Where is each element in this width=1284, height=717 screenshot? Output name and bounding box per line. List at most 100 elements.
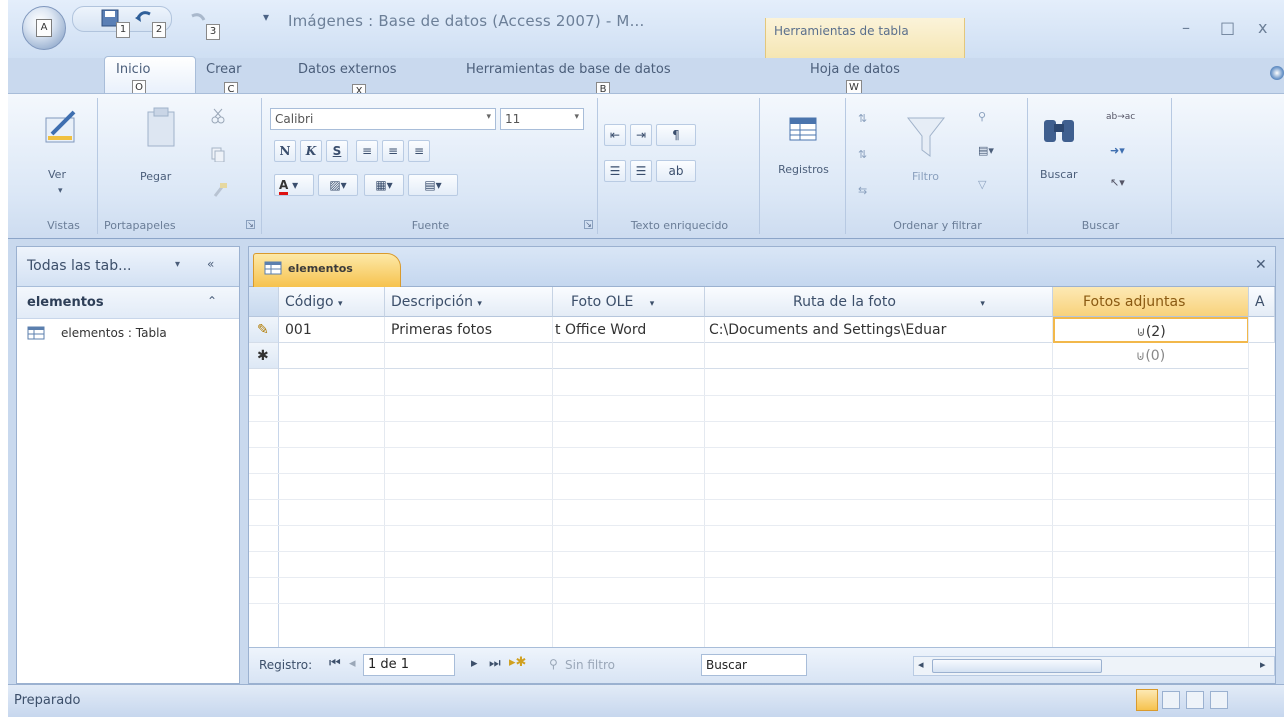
highlight-icon[interactable]: ab <box>656 160 696 182</box>
col-foto-ole-sort-icon[interactable]: ▾ <box>650 299 655 309</box>
binoculars-icon[interactable] <box>1042 112 1076 146</box>
gridlines-icon[interactable]: ▦▾ <box>364 174 404 196</box>
minimize-button[interactable]: – <box>1182 18 1190 37</box>
font-size-dropdown-icon[interactable]: ▾ <box>574 112 579 122</box>
qat-customize-icon[interactable]: ▾ <box>263 10 269 24</box>
filter-icon[interactable] <box>906 116 946 160</box>
nav-collapse-icon[interactable]: « <box>207 257 214 271</box>
scroll-left-icon[interactable]: ◂ <box>918 658 924 671</box>
cell-foto-ole[interactable]: t Office Word <box>553 317 705 343</box>
filtro-label[interactable]: Filtro <box>912 170 939 183</box>
pegar-label[interactable]: Pegar <box>140 170 171 183</box>
format-painter-icon[interactable] <box>212 182 228 198</box>
record-position-input[interactable]: 1 de 1 <box>363 654 455 676</box>
column-header-fotos-adjuntas[interactable]: Fotos adjuntas <box>1053 287 1249 317</box>
ltr-icon[interactable]: ¶ <box>656 124 696 146</box>
buscar-button-label[interactable]: Buscar <box>1040 168 1078 181</box>
close-button[interactable]: x <box>1258 18 1267 37</box>
italic-button[interactable]: K <box>300 140 322 162</box>
selection-filter-icon[interactable]: ⚲ <box>978 110 986 123</box>
new-cell-descripcion[interactable] <box>385 343 553 369</box>
cell-codigo[interactable]: 001 <box>279 317 385 343</box>
tab-hoja-de-datos[interactable]: Hoja de datos <box>810 62 900 77</box>
registros-label[interactable]: Registros <box>762 163 845 176</box>
nav-pane-header[interactable]: Todas las tab... ▾ « <box>17 247 239 287</box>
select-all-corner[interactable] <box>249 287 279 317</box>
ver-label[interactable]: Ver <box>48 168 66 181</box>
toggle-filter-icon[interactable]: ▽ <box>978 178 986 191</box>
filter-status-label[interactable]: Sin filtro <box>565 658 615 672</box>
datasheet-view-icon[interactable] <box>1136 689 1158 711</box>
search-input[interactable]: Buscar <box>701 654 807 676</box>
fill-color-icon[interactable]: ▨▾ <box>318 174 358 196</box>
bold-button[interactable]: N <box>274 140 296 162</box>
new-record-icon[interactable]: ✱ <box>249 343 279 369</box>
new-record-nav-icon[interactable]: ▸✱ <box>509 655 526 670</box>
font-color-button[interactable]: A ▾ <box>274 174 314 196</box>
horizontal-scrollbar[interactable]: ◂ ▸ <box>913 656 1275 676</box>
new-cell-codigo[interactable] <box>279 343 385 369</box>
document-tab-elementos[interactable]: elementos <box>253 253 401 287</box>
increase-indent-icon[interactable]: ⇥ <box>630 124 652 146</box>
pivottable-view-icon[interactable] <box>1162 691 1180 709</box>
office-button[interactable]: A <box>22 6 66 50</box>
select-icon[interactable]: ↖▾ <box>1110 176 1125 189</box>
redo-icon[interactable] <box>188 8 208 28</box>
column-header-descripcion[interactable]: Descripción ▾ <box>385 287 553 317</box>
tab-inicio[interactable]: Inicio <box>116 62 150 77</box>
next-record-icon[interactable]: ▸ <box>471 656 478 671</box>
numbering-icon[interactable]: ☰ <box>630 160 652 182</box>
help-icon[interactable] <box>1270 66 1284 80</box>
alt-fill-icon[interactable]: ▤▾ <box>408 174 458 196</box>
align-left-icon[interactable]: ≡ <box>356 140 378 162</box>
first-record-icon[interactable]: ⏮ <box>329 656 341 671</box>
column-header-codigo[interactable]: Código ▾ <box>279 287 385 317</box>
cell-add-column[interactable] <box>1249 317 1275 343</box>
tab-datos-externos[interactable]: Datos externos <box>298 62 397 77</box>
font-size-combo[interactable]: 11 ▾ <box>500 108 584 130</box>
new-cell-fotos-adjuntas[interactable]: ⊍(0) <box>1053 343 1249 369</box>
col-codigo-sort-icon[interactable]: ▾ <box>338 299 343 309</box>
sort-asc-icon[interactable]: ⇅ <box>858 112 867 125</box>
fuente-launcher-icon[interactable]: ↘ <box>584 220 593 229</box>
col-descripcion-sort-icon[interactable]: ▾ <box>477 299 482 309</box>
pivotchart-view-icon[interactable] <box>1186 691 1204 709</box>
prev-record-icon[interactable]: ◂ <box>349 656 356 671</box>
font-name-dropdown-icon[interactable]: ▾ <box>486 112 491 122</box>
design-view-icon[interactable] <box>44 108 80 148</box>
font-name-combo[interactable]: Calibri ▾ <box>270 108 496 130</box>
cell-descripcion[interactable]: Primeras fotos <box>385 317 553 343</box>
col-ruta-sort-icon[interactable]: ▾ <box>980 299 985 309</box>
advanced-filter-icon[interactable]: ▤▾ <box>978 144 994 157</box>
align-right-icon[interactable]: ≡ <box>408 140 430 162</box>
column-header-ruta[interactable]: Ruta de la foto ▾ <box>705 287 1053 317</box>
clear-sort-icon[interactable]: ⇆ <box>858 184 867 197</box>
bullets-icon[interactable]: ☰ <box>604 160 626 182</box>
cell-fotos-adjuntas[interactable]: ⊍(2) <box>1053 317 1249 343</box>
paste-icon[interactable] <box>144 106 180 150</box>
new-cell-foto-ole[interactable] <box>553 343 705 369</box>
column-header-foto-ole[interactable]: Foto OLE ▾ <box>553 287 705 317</box>
cell-ruta[interactable]: C:\Documents and Settings\Eduar <box>705 317 1053 343</box>
scroll-right-icon[interactable]: ▸ <box>1260 658 1266 671</box>
nav-group-header[interactable]: elementos ⌃ <box>17 287 239 319</box>
design-view-status-icon[interactable] <box>1210 691 1228 709</box>
nav-item-elementos-tabla[interactable]: elementos : Tabla <box>17 319 239 349</box>
sort-desc-icon[interactable]: ⇅ <box>858 148 867 161</box>
align-center-icon[interactable]: ≡ <box>382 140 404 162</box>
nav-group-collapse-icon[interactable]: ⌃ <box>207 294 217 308</box>
decrease-indent-icon[interactable]: ⇤ <box>604 124 626 146</box>
replace-icon[interactable]: ab→ac <box>1106 112 1135 122</box>
portapapeles-launcher-icon[interactable]: ↘ <box>246 220 255 229</box>
filter-status-icon[interactable]: ⚲ <box>549 657 558 671</box>
underline-button[interactable]: S <box>326 140 348 162</box>
last-record-icon[interactable]: ⏭ <box>489 656 501 671</box>
scrollbar-thumb[interactable] <box>932 659 1102 673</box>
copy-icon[interactable] <box>210 146 226 162</box>
doc-close-icon[interactable]: ✕ <box>1255 257 1267 273</box>
tab-crear[interactable]: Crear <box>206 62 241 77</box>
records-icon[interactable] <box>788 116 818 142</box>
column-header-add[interactable]: A <box>1249 287 1275 317</box>
tab-herramientas-bd[interactable]: Herramientas de base de datos <box>466 62 671 77</box>
cut-icon[interactable] <box>210 108 226 124</box>
